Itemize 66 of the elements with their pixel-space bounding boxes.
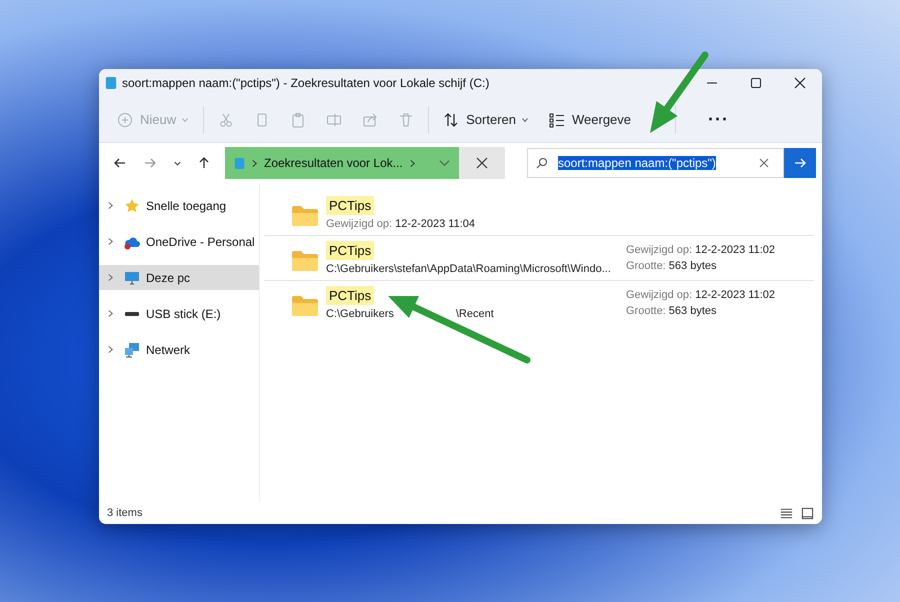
file-detail: Gewijzigd op: 12-2-2023 11:02 bbox=[626, 244, 776, 256]
forward-arrow-icon bbox=[143, 156, 157, 170]
details-view-icon[interactable] bbox=[780, 506, 793, 520]
maximize-icon bbox=[750, 77, 762, 89]
list-view-icon bbox=[549, 112, 565, 128]
chevron-icon[interactable] bbox=[107, 309, 114, 318]
folder-icon bbox=[105, 76, 117, 90]
chevron-icon[interactable] bbox=[107, 201, 114, 210]
file-name: PCTips bbox=[326, 286, 374, 305]
sidebar-item[interactable]: OneDrive - Personal bbox=[99, 229, 259, 254]
monitor-icon bbox=[124, 270, 140, 286]
file-path: \Recent bbox=[456, 308, 494, 320]
file-name: PCTips bbox=[326, 196, 374, 215]
sidebar-item[interactable]: Netwerk bbox=[99, 337, 259, 362]
address-bar[interactable]: Zoekresultaten voor Lok... bbox=[225, 147, 459, 179]
caret-icon bbox=[181, 116, 190, 124]
plus-icon bbox=[117, 112, 133, 128]
folder-icon bbox=[234, 156, 245, 170]
window-title: soort:mappen naam:("pctips") - Zoekresultaten voor Lokale schijf (C:) bbox=[122, 76, 490, 90]
search-result[interactable]: PCTips Gewijzigd op: 12-2-2023 11:04 bbox=[264, 191, 814, 236]
scissors-icon bbox=[218, 112, 234, 128]
sort-icon bbox=[443, 112, 460, 128]
search-go-button[interactable] bbox=[784, 148, 816, 178]
caret-icon bbox=[521, 116, 529, 124]
clear-search-icon[interactable] bbox=[759, 158, 769, 168]
chevron-icon bbox=[251, 158, 258, 168]
sort-button[interactable]: Sorteren bbox=[433, 104, 539, 136]
file-detail: Grootte: 563 bytes bbox=[626, 260, 718, 272]
share-icon bbox=[362, 112, 378, 128]
sidebar-item[interactable]: Deze pc bbox=[99, 265, 259, 290]
search-result[interactable]: PCTips C:\Gebruikers\stefan\AppData\Roaming\Microsoft\Windo... Gewijzigd op: 12-2-2023 11:02 Grootte: 563 bytes bbox=[264, 236, 814, 281]
chevron-icon[interactable] bbox=[107, 237, 114, 246]
folder-icon bbox=[291, 205, 319, 227]
right-arrow-icon bbox=[793, 156, 807, 170]
file-path: C:\Gebruikers bbox=[326, 308, 394, 320]
back-arrow-icon bbox=[113, 156, 127, 170]
rename-icon bbox=[326, 112, 342, 128]
folder-icon bbox=[291, 295, 319, 317]
search-result[interactable]: PCTips C:\Gebruikers \Recent Gewijzigd op: 12-2-2023 11:02 Grootte: 563 bytes bbox=[264, 281, 814, 325]
file-path: C:\Gebruikers\stefan\AppData\Roaming\Microsoft\Windo... bbox=[326, 263, 612, 275]
star-icon bbox=[124, 198, 140, 214]
trash-icon bbox=[398, 112, 414, 128]
sidebar-item[interactable]: USB stick (E:) bbox=[99, 301, 259, 326]
up-arrow-icon bbox=[197, 156, 211, 170]
file-name: PCTips bbox=[326, 241, 374, 260]
close-icon bbox=[476, 157, 488, 169]
chevron-icon bbox=[408, 158, 416, 168]
tiles-view-icon[interactable] bbox=[801, 506, 814, 520]
file-detail: Gewijzigd op: 12-2-2023 11:02 bbox=[626, 289, 776, 301]
close-icon bbox=[794, 77, 806, 89]
sidebar-item[interactable]: Snelle toegang bbox=[99, 193, 259, 218]
more-button[interactable]: ··· bbox=[694, 104, 743, 136]
chevron-icon[interactable] bbox=[107, 273, 114, 282]
drive-icon bbox=[124, 310, 140, 316]
view-button[interactable]: Weergeve bbox=[539, 104, 642, 136]
file-detail: Grootte: 563 bytes bbox=[626, 305, 718, 317]
folder-icon bbox=[291, 250, 319, 272]
modified-date: Gewijzigd op: 12-2-2023 11:04 bbox=[326, 218, 476, 230]
network-icon bbox=[124, 342, 140, 358]
chevron-icon[interactable] bbox=[107, 345, 114, 354]
dropdown-icon[interactable] bbox=[439, 159, 450, 167]
item-count: 3 items bbox=[107, 507, 142, 519]
search-field[interactable]: soort:mappen naam:("pctips") bbox=[527, 148, 784, 178]
search-icon bbox=[536, 157, 548, 169]
clipboard-icon bbox=[290, 112, 306, 128]
address-path: Zoekresultaten voor Lok... bbox=[264, 156, 403, 170]
